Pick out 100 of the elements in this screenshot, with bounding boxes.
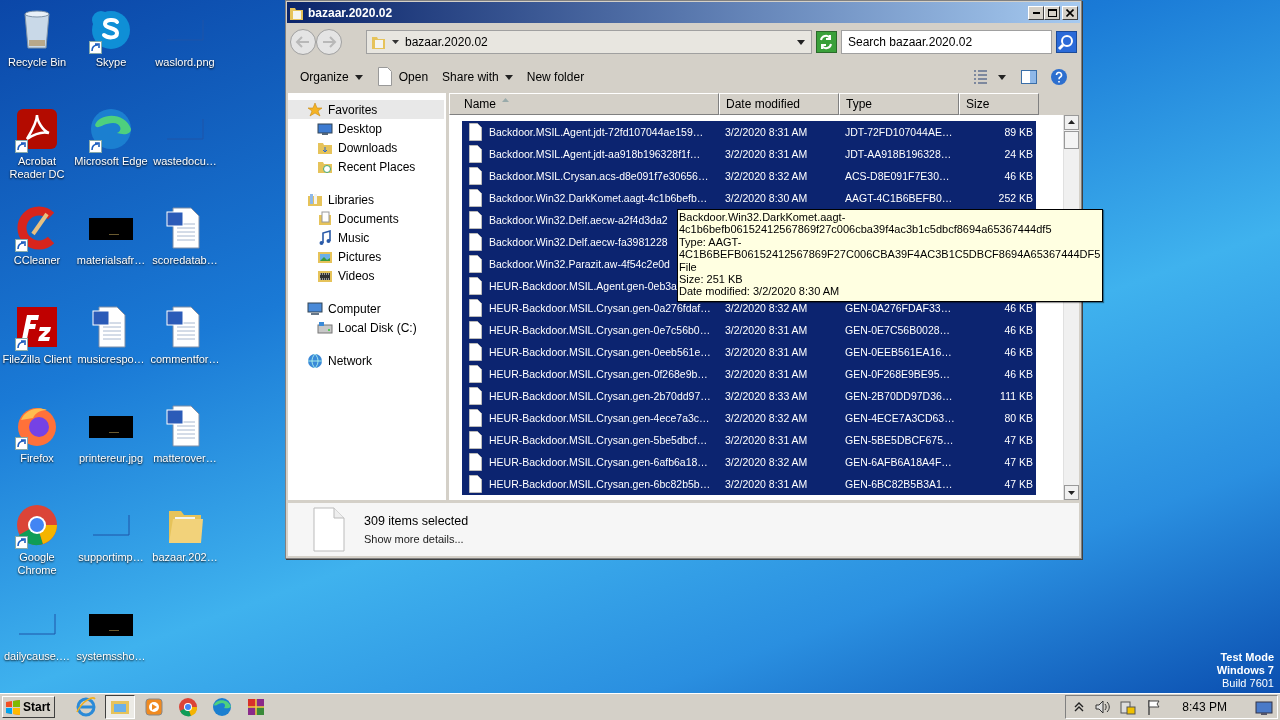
file-name: Backdoor.MSIL.Agent.jdt-aa918b196328f1f… (489, 148, 701, 160)
refresh-button[interactable] (815, 31, 837, 53)
desktop-icon-label[interactable]: CCleaner (0, 254, 74, 267)
toolbar-button[interactable]: Share with (436, 65, 519, 89)
desktop-icon-label[interactable]: Recycle Bin (0, 56, 74, 69)
show-details-link[interactable]: Show more details... (364, 533, 469, 545)
desktop-icon-label[interactable]: FileZilla Client (0, 353, 74, 366)
file-name: HEUR-Backdoor.MSIL.Crysan.gen-5be5dbcf… (489, 434, 708, 446)
internet-explorer-icon (75, 696, 98, 718)
show-hidden-icons-icon (1074, 701, 1085, 713)
file-row[interactable]: HEUR-Backdoor.MSIL.Crysan.gen-6afb6a18… 3/2/2020 8:32 AM GEN-6AFB6A18A4F… 47 KB (462, 451, 1036, 473)
nav-item[interactable]: Recent Places (288, 157, 444, 176)
file-row[interactable]: HEUR-Backdoor.MSIL.Crysan.gen-4ece7a3c… 3/2/2020 8:32 AM GEN-4ECE7A3CD63… 80 KB (462, 407, 1036, 429)
file-row[interactable]: HEUR-Backdoor.MSIL.Crysan.gen-2b70dd97… 3/2/2020 8:33 AM GEN-2B70DD97D36… 111 KB (462, 385, 1036, 407)
column-header[interactable]: Size (959, 93, 1039, 115)
file-name: Backdoor.Win32.Delf.aecw-a2f4d3da2 (489, 214, 668, 226)
file-name: HEUR-Backdoor.MSIL.Crysan.gen-0f268e9b… (489, 368, 708, 380)
desktop-icon-label[interactable]: Acrobat Reader DC (0, 155, 74, 181)
nav-item[interactable]: Local Disk (C:) (288, 318, 444, 337)
search-field[interactable]: Search bazaar.2020.02 (841, 30, 1052, 54)
nav-item[interactable]: Documents (288, 209, 444, 228)
table-cell: GEN-6BC82B5B3A1… (845, 478, 953, 490)
desktop-icon-label[interactable]: waslord.png (148, 56, 222, 69)
table-cell: 3/2/2020 8:32 AM (725, 412, 808, 424)
nav-item[interactable]: Favorites (288, 100, 444, 119)
library-icon (307, 191, 323, 208)
file-name: HEUR-Backdoor.MSIL.Crysan.gen-0e7c56b0… (489, 324, 711, 336)
file-icon (468, 431, 483, 449)
dropdown-caret-icon (796, 39, 805, 45)
table-cell: 111 KB (1000, 390, 1033, 402)
table-cell: 89 KB (1004, 126, 1033, 138)
monitor-icon (317, 120, 333, 137)
file-name: Backdoor.Win32.Delf.aecw-fa3981228 (489, 236, 668, 248)
file-icon (468, 409, 483, 427)
desktop-icon-label[interactable]: materialsafr… (74, 254, 148, 267)
file-row[interactable]: Backdoor.MSIL.Agent.jdt-aa918b196328f1f… 3/2/2020 8:31 AM JDT-AA918B196328… 24 KB (462, 143, 1036, 165)
desktop-icon-label[interactable]: printereur.jpg (74, 452, 148, 465)
nav-item[interactable]: Videos (288, 266, 444, 285)
toolbar-button[interactable]: Open (370, 65, 435, 89)
file-icon (468, 167, 483, 185)
table-cell: GEN-0A276FDAF33… (845, 302, 952, 314)
table-cell: GEN-0F268E9BE95… (845, 368, 951, 380)
file-row[interactable]: HEUR-Backdoor.MSIL.Crysan.gen-6bc82b5b… 3/2/2020 8:31 AM GEN-6BC82B5B3A1… 47 KB (462, 473, 1036, 495)
file-name: Backdoor.MSIL.Agent.jdt-72fd107044ae159… (489, 126, 704, 138)
nav-item[interactable]: Computer (288, 299, 444, 318)
desktop-icon-label[interactable]: Firefox (0, 452, 74, 465)
globe-icon (307, 352, 323, 369)
desktop-icon-label[interactable]: commentfor… (148, 353, 222, 366)
tooltip-text: Backdoor.Win32.DarkKomet.aagt- (679, 211, 847, 224)
file-row[interactable]: Backdoor.MSIL.Agent.jdt-72fd107044ae159… 3/2/2020 8:31 AM JDT-72FD107044AE… 89 KB (462, 121, 1036, 143)
toolbar-button[interactable]: Organize (294, 65, 369, 89)
start-button[interactable]: Start (2, 696, 56, 718)
table-cell: 3/2/2020 8:30 AM (725, 192, 808, 204)
clock[interactable]: 8:43 PM (1182, 700, 1227, 714)
file-row[interactable]: Backdoor.Win32.DarkKomet.aagt-4c1b6befb… 3/2/2020 8:30 AM AAGT-4C1B6BEFB0… 252 KB (462, 187, 1036, 209)
tooltip-text: File (679, 260, 698, 274)
nav-item[interactable]: Downloads (288, 138, 444, 157)
minimize-button[interactable] (1028, 5, 1044, 20)
pane-icon (1020, 69, 1038, 85)
nav-item[interactable]: Network (288, 351, 444, 370)
table-cell: 3/2/2020 8:32 AM (725, 302, 808, 314)
file-row[interactable]: Backdoor.MSIL.Crysan.acs-d8e091f7e30656… 3/2/2020 8:32 AM ACS-D8E091F7E30… 46 KB (462, 165, 1036, 187)
file-name: HEUR-Backdoor.MSIL.Crysan.gen-0a276fdaf… (489, 302, 711, 314)
edge-icon (211, 696, 234, 718)
desktop-icon-label[interactable]: Skype (74, 56, 148, 69)
toolbar-button[interactable]: New folder (520, 65, 591, 89)
column-header[interactable]: Name (449, 93, 719, 115)
file-row[interactable]: HEUR-Backdoor.MSIL.Crysan.gen-0f268e9b… 3/2/2020 8:31 AM GEN-0F268E9BE95… 46 KB (462, 363, 1036, 385)
file-row[interactable]: HEUR-Backdoor.MSIL.Crysan.gen-0eeb561e… 3/2/2020 8:31 AM GEN-0EEB561EA16… 46 KB (462, 341, 1036, 363)
scroll-thumb[interactable] (1064, 131, 1079, 149)
desktop-icon-label[interactable]: musicrespo… (74, 353, 148, 366)
file-icon (468, 453, 483, 471)
maximize-button[interactable] (1044, 5, 1060, 20)
table-cell: 46 KB (1004, 302, 1033, 314)
taskbar-app-button[interactable] (105, 695, 136, 719)
drive-icon (317, 319, 333, 336)
column-header[interactable]: Type (839, 93, 959, 115)
nav-item[interactable]: Desktop (288, 119, 444, 138)
scroll-down-icon (1064, 485, 1079, 500)
file-row[interactable]: HEUR-Backdoor.MSIL.Crysan.gen-0e7c56b0… 3/2/2020 8:31 AM GEN-0E7C56B0028… 46 KB (462, 319, 1036, 341)
file-name: HEUR-Backdoor.MSIL.Agent.gen-0eb3a (489, 280, 677, 292)
file-row[interactable]: HEUR-Backdoor.MSIL.Crysan.gen-5be5dbcf… 3/2/2020 8:31 AM GEN-5BE5DBCF675… 47 KB (462, 429, 1036, 451)
nav-item[interactable]: Pictures (288, 247, 444, 266)
nav-item[interactable]: Libraries (288, 190, 444, 209)
search-button[interactable] (1055, 31, 1077, 53)
caret-icon (354, 74, 363, 80)
show-desktop-icon (1255, 698, 1273, 716)
column-header[interactable]: Date modified (719, 93, 839, 115)
desktop-icon-label[interactable]: scoredatab… (148, 254, 222, 267)
close-button[interactable] (1062, 5, 1078, 20)
tooltip-text: 4C1B6BEFB06152412567869F27C006CBA39F4AC3B1C5DBCF8694A65367444DF5 (679, 248, 1101, 261)
table-cell: 3/2/2020 8:31 AM (725, 148, 808, 160)
table-cell: 47 KB (1004, 456, 1033, 468)
address-field[interactable]: bazaar.2020.02 (366, 30, 812, 54)
file-icon (468, 321, 483, 339)
desktop-icon-label[interactable]: Microsoft Edge (74, 155, 148, 168)
nav-item[interactable]: Music (288, 228, 444, 247)
table-cell: 3/2/2020 8:31 AM (725, 478, 808, 490)
help-icon (1050, 68, 1068, 86)
desktop-icon-label[interactable]: wastedocu… (148, 155, 222, 168)
